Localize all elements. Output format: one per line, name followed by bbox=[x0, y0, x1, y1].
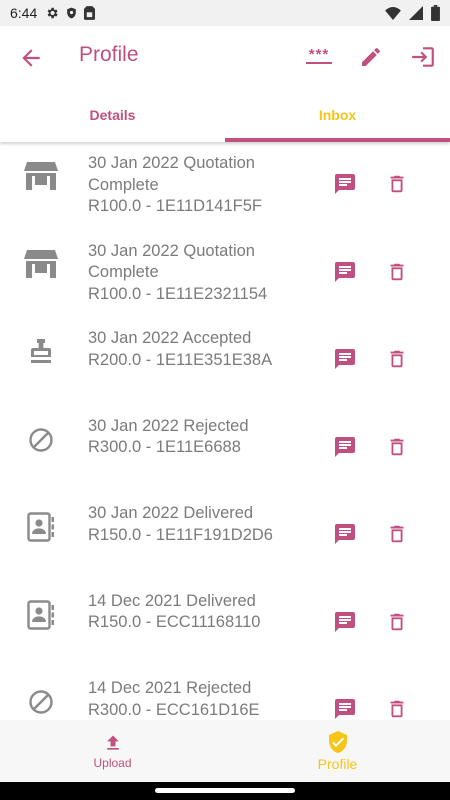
tab-indicator bbox=[225, 138, 450, 142]
message-icon[interactable] bbox=[333, 610, 357, 634]
list-item-text: 30 Jan 2022 Quotation Complete R100.0 - … bbox=[88, 153, 318, 218]
list-item[interactable]: 30 Jan 2022 Quotation Complete R100.0 - … bbox=[0, 142, 450, 230]
list-item[interactable]: 30 Jan 2022 Rejected R300.0 - 1E11E6688 bbox=[0, 405, 450, 493]
password-stars-icon: *** bbox=[306, 47, 332, 64]
change-password-button[interactable]: *** bbox=[305, 43, 333, 71]
list-item-subtitle: R200.0 - 1E11E351E38A bbox=[88, 350, 273, 369]
delete-icon[interactable] bbox=[386, 260, 408, 284]
list-item-text: 14 Dec 2021 Rejected R300.0 - ECC161D16E bbox=[88, 678, 318, 720]
screen: 6:44 Profile *** Details Inbox 30 Jan 20… bbox=[0, 0, 450, 800]
login-icon bbox=[412, 47, 434, 67]
status-icons-left bbox=[45, 6, 96, 20]
list-item-title: 30 Jan 2022 Quotation Complete bbox=[88, 241, 255, 282]
message-icon[interactable] bbox=[333, 697, 357, 720]
status-bar: 6:44 bbox=[0, 0, 450, 26]
list-item[interactable]: 30 Jan 2022 Delivered R150.0 - 1E11F191D… bbox=[0, 492, 450, 580]
list-item-title: 30 Jan 2022 Accepted bbox=[88, 329, 252, 347]
message-icon[interactable] bbox=[333, 172, 357, 196]
status-time: 6:44 bbox=[10, 5, 38, 21]
nav-upload-label: Upload bbox=[93, 755, 132, 770]
inbox-list[interactable]: 30 Jan 2022 Quotation Complete R100.0 - … bbox=[0, 142, 450, 720]
list-item-subtitle: R150.0 - ECC11168110 bbox=[88, 613, 261, 631]
list-item-title: 14 Dec 2021 Delivered bbox=[88, 591, 256, 610]
list-item-subtitle: R300.0 - 1E11E6688 bbox=[88, 438, 241, 456]
contact-card-icon bbox=[24, 598, 58, 632]
list-item-title: 30 Jan 2022 Delivered bbox=[88, 504, 254, 522]
sim-card-status-icon bbox=[84, 6, 96, 20]
delete-icon[interactable] bbox=[386, 172, 408, 196]
list-item-subtitle: R100.0 - 1E11E2321154 bbox=[88, 284, 268, 303]
tab-inbox[interactable]: Inbox bbox=[225, 88, 450, 142]
page-title: Profile bbox=[79, 43, 139, 66]
app-bar: Profile *** bbox=[0, 26, 450, 88]
settings-status-icon bbox=[47, 7, 58, 19]
message-icon[interactable] bbox=[333, 260, 357, 284]
list-item-text: 30 Jan 2022 Accepted R200.0 - 1E11E351E3… bbox=[88, 328, 318, 371]
list-item-text: 30 Jan 2022 Delivered R150.0 - 1E11F191D… bbox=[88, 503, 318, 546]
message-icon[interactable] bbox=[333, 435, 357, 459]
block-icon bbox=[24, 423, 58, 457]
list-item[interactable]: 30 Jan 2022 Accepted R200.0 - 1E11E351E3… bbox=[0, 317, 450, 405]
status-icons-right bbox=[385, 5, 440, 21]
list-item-text: 30 Jan 2022 Rejected R300.0 - 1E11E6688 bbox=[88, 416, 318, 459]
list-item-subtitle: R150.0 - 1E11F191D2D6 bbox=[88, 525, 273, 544]
system-navigation-bar bbox=[0, 782, 450, 800]
stamp-icon bbox=[24, 335, 58, 369]
delete-icon[interactable] bbox=[386, 435, 408, 459]
list-item-title: 30 Jan 2022 Rejected bbox=[88, 416, 249, 435]
signal-status-icon bbox=[409, 6, 423, 20]
delete-icon[interactable] bbox=[386, 610, 408, 634]
message-icon[interactable] bbox=[333, 347, 357, 371]
battery-status-icon bbox=[431, 5, 440, 21]
list-item[interactable]: 14 Dec 2021 Rejected R300.0 - ECC161D16E bbox=[0, 667, 450, 720]
list-item-subtitle: R300.0 - ECC161D16E bbox=[88, 700, 260, 719]
store-icon bbox=[24, 248, 58, 282]
home-gesture-pill[interactable] bbox=[155, 788, 295, 793]
delete-icon[interactable] bbox=[386, 697, 408, 720]
back-arrow-icon[interactable] bbox=[18, 45, 44, 71]
pencil-icon bbox=[362, 47, 380, 66]
delete-icon[interactable] bbox=[386, 522, 408, 546]
store-icon bbox=[24, 160, 58, 194]
delete-icon[interactable] bbox=[386, 347, 408, 371]
verified-shield-icon bbox=[328, 731, 347, 753]
list-item-title: 30 Jan 2022 Quotation Complete bbox=[88, 154, 255, 194]
bottom-navigation: Upload Profile bbox=[0, 720, 450, 782]
nav-upload[interactable]: Upload bbox=[0, 720, 225, 782]
list-item-text: 30 Jan 2022 Quotation Complete R100.0 - … bbox=[88, 241, 318, 306]
logout-button[interactable] bbox=[409, 43, 437, 71]
block-icon bbox=[24, 685, 58, 719]
message-icon[interactable] bbox=[333, 522, 357, 546]
nav-profile-label: Profile bbox=[317, 756, 358, 772]
nav-profile[interactable]: Profile bbox=[225, 720, 450, 782]
list-item-text: 14 Dec 2021 Delivered R150.0 - ECC111681… bbox=[88, 591, 318, 634]
edit-button[interactable] bbox=[357, 43, 385, 71]
tab-details[interactable]: Details bbox=[0, 88, 225, 142]
wifi-status-icon bbox=[385, 6, 401, 20]
shield-status-icon bbox=[67, 7, 77, 19]
list-item[interactable]: 30 Jan 2022 Quotation Complete R100.0 - … bbox=[0, 230, 450, 318]
upload-icon bbox=[106, 735, 119, 750]
contact-card-icon bbox=[24, 510, 58, 544]
tab-bar: Details Inbox bbox=[0, 88, 450, 142]
list-item-subtitle: R100.0 - 1E11D141F5F bbox=[88, 197, 262, 215]
list-item[interactable]: 14 Dec 2021 Delivered R150.0 - ECC111681… bbox=[0, 580, 450, 668]
list-item-title: 14 Dec 2021 Rejected bbox=[88, 679, 252, 697]
